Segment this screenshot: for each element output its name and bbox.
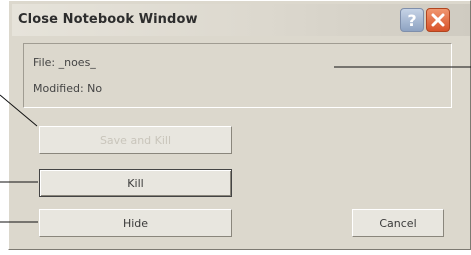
help-icon: ? <box>407 10 417 30</box>
close-icon <box>431 13 445 27</box>
close-button[interactable] <box>426 8 450 32</box>
screenshot-stage: Close Notebook Window ? File: _noes_ Mod… <box>0 0 471 255</box>
file-name-label: File: _noes_ <box>33 56 96 69</box>
title-bar: Close Notebook Window ? <box>12 4 470 36</box>
cancel-button[interactable]: Cancel <box>352 209 444 237</box>
modified-status-label: Modified: No <box>33 82 103 95</box>
close-notebook-dialog: Close Notebook Window ? File: _noes_ Mod… <box>8 0 471 250</box>
window-title: Close Notebook Window <box>18 12 198 27</box>
kill-button[interactable]: Kill <box>39 169 232 197</box>
hide-button[interactable]: Hide <box>39 209 232 237</box>
notebook-info-box: File: _noes_ Modified: No <box>23 43 452 108</box>
save-and-kill-button[interactable]: Save and Kill <box>39 126 232 154</box>
help-button[interactable]: ? <box>400 8 424 32</box>
